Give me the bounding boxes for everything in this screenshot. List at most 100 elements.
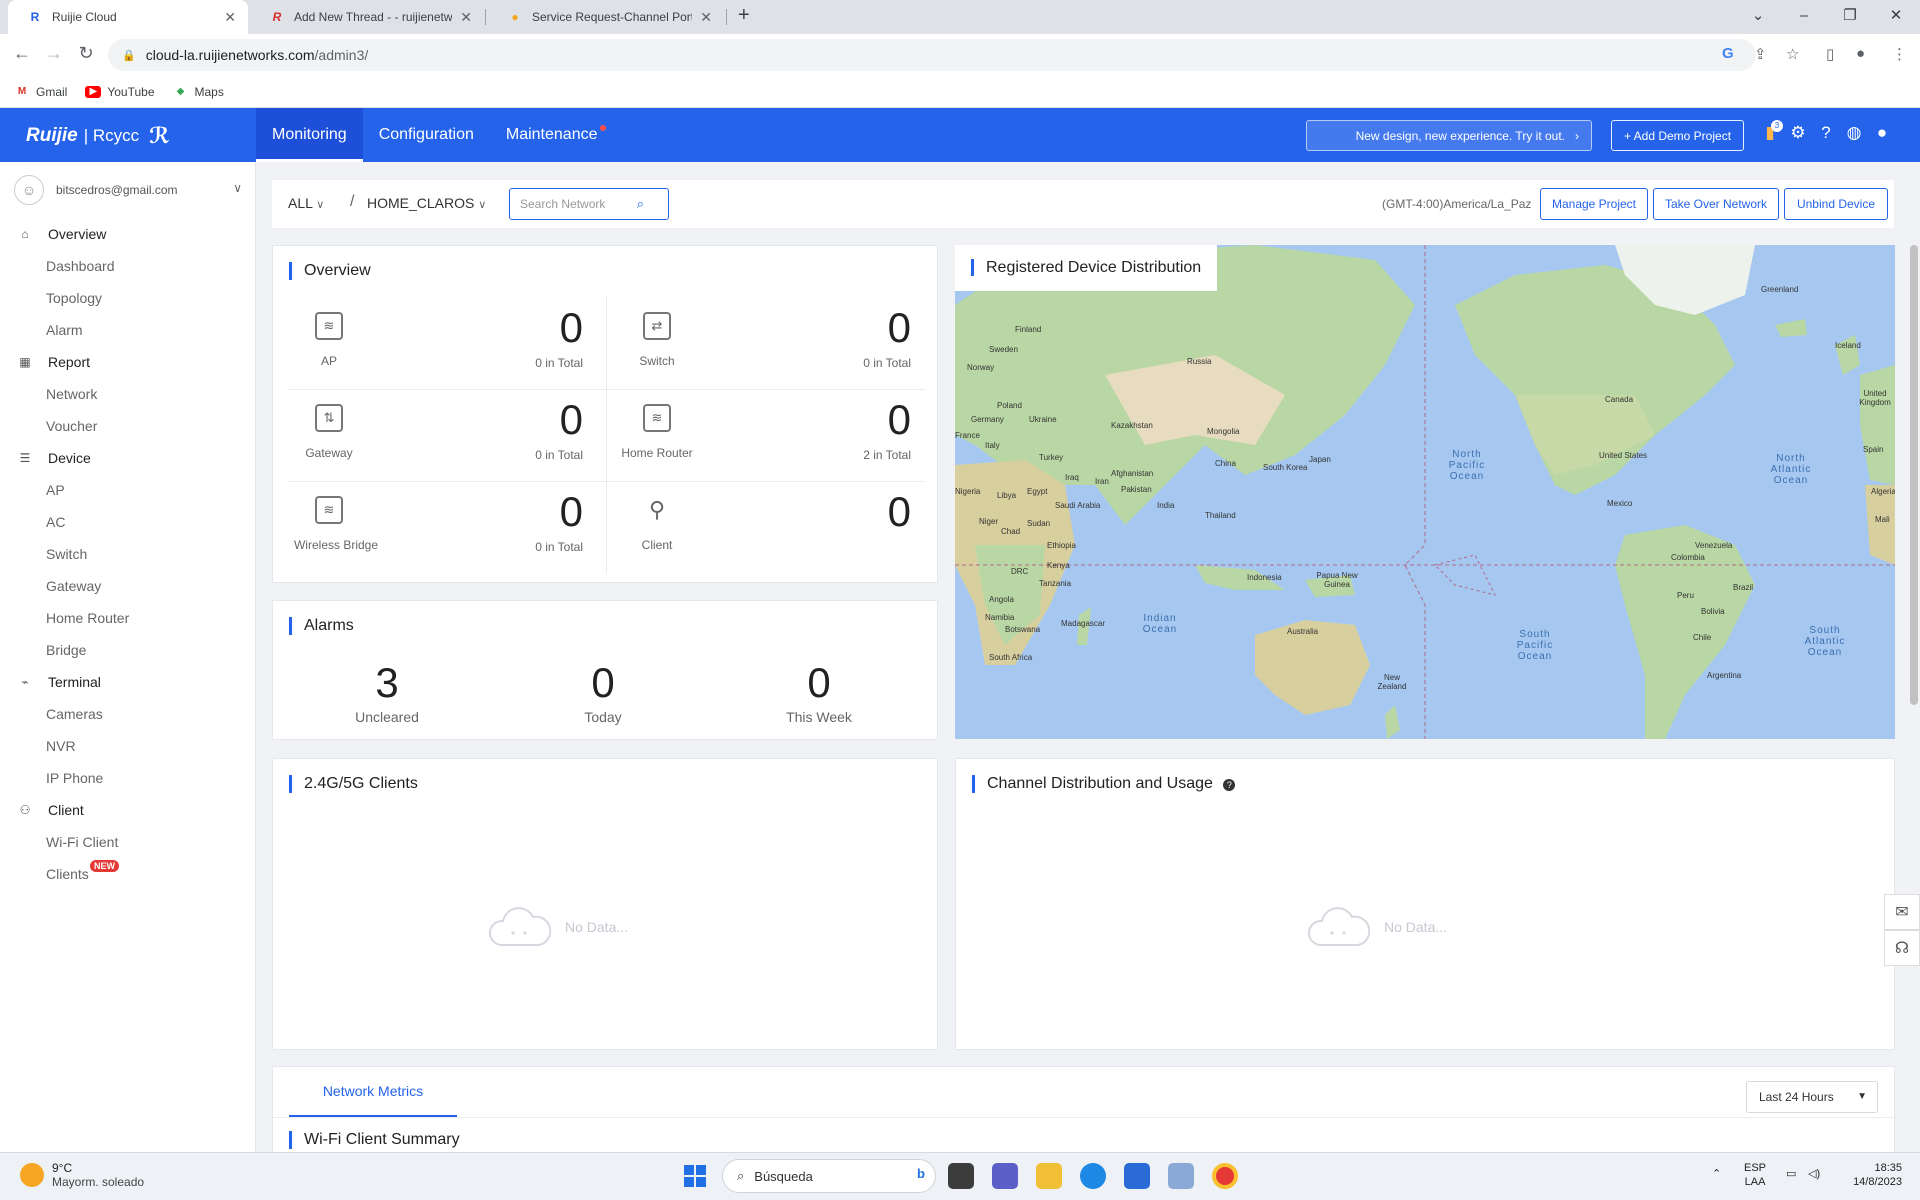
tray-overflow-icon[interactable]: ⌃ — [1712, 1167, 1721, 1181]
sidebar-item-ip-phone[interactable]: IP Phone — [0, 762, 256, 794]
nav-monitoring[interactable]: Monitoring — [256, 108, 363, 162]
sidebar-item-alarm[interactable]: Alarm — [0, 314, 256, 346]
alarm-uncleared[interactable]: 3 Uncleared — [279, 659, 495, 725]
network-selector[interactable]: HOME_CLAROS ∨ — [367, 195, 486, 211]
tab-network-metrics[interactable]: Network Metrics — [289, 1067, 457, 1117]
time-range-select[interactable]: Last 24 Hours ▼ — [1746, 1081, 1878, 1113]
windows-start-icon[interactable] — [684, 1165, 706, 1187]
sidebar-item-nvr[interactable]: NVR — [0, 730, 256, 762]
nav-configuration[interactable]: Configuration — [363, 108, 490, 162]
sidebar-item-topology[interactable]: Topology — [0, 282, 256, 314]
close-tab-icon[interactable]: ✕ — [224, 9, 236, 26]
alarm-today[interactable]: 0 Today — [495, 659, 711, 725]
profile-icon[interactable]: ● — [1856, 45, 1865, 62]
network-toolbar: ALL ∨ / HOME_CLAROS ∨ Search Network ⌕ (… — [272, 180, 1894, 228]
forward-icon[interactable]: → — [42, 43, 66, 64]
sidebar-item-ac[interactable]: AC — [0, 506, 256, 538]
search-network-input[interactable]: Search Network ⌕ — [509, 188, 669, 220]
sidebar-group-report[interactable]: ▦ Report — [0, 346, 256, 378]
channel-distribution-title: Channel Distribution and Usage ? — [972, 775, 1236, 793]
help-icon[interactable]: ? — [1223, 779, 1236, 791]
close-window-icon[interactable]: ✕ — [1874, 2, 1918, 30]
side-panel-icon[interactable]: ▯ — [1826, 45, 1834, 63]
sidebar-item-switch[interactable]: Switch — [0, 538, 256, 570]
overview-wireless-bridge[interactable]: ≋ Wireless Bridge 0 0 in Total — [281, 478, 599, 570]
sidebar-item-dashboard[interactable]: Dashboard — [0, 250, 256, 282]
new-design-button[interactable]: New design, new experience. Try it out. … — [1306, 120, 1592, 151]
account-selector[interactable]: ☺ bitscedros@gmail.com ∨ — [14, 172, 242, 208]
page-scrollbar[interactable] — [1910, 245, 1918, 705]
sidebar-group-client[interactable]: ⚇ Client — [0, 794, 256, 826]
settings-gear-icon[interactable]: ⚙ — [1788, 123, 1808, 143]
browser-menu-icon[interactable]: ⋮ — [1892, 45, 1907, 63]
chrome-icon[interactable] — [1212, 1163, 1238, 1189]
url-field[interactable]: 🔒 cloud-la.ruijienetworks.com/admin3/ — [108, 39, 1756, 71]
sidebar-item-bridge[interactable]: Bridge — [0, 634, 256, 666]
no-data-cloud-icon — [1308, 907, 1370, 946]
bookmark-youtube[interactable]: ▶ YouTube — [85, 85, 155, 99]
nav-maintenance[interactable]: Maintenance — [490, 108, 614, 162]
user-account-icon[interactable]: ● — [1872, 123, 1892, 143]
sidebar-item-wifi-client[interactable]: Wi-Fi Client — [0, 826, 256, 858]
add-demo-project-button[interactable]: + Add Demo Project — [1611, 120, 1744, 151]
map-label: Papua New Guinea — [1316, 571, 1358, 589]
input-language[interactable]: ESP LAA — [1744, 1161, 1766, 1189]
no-data-state: No Data... — [487, 905, 628, 949]
scope-selector[interactable]: ALL ∨ — [288, 195, 324, 211]
network-icon[interactable]: ▭ — [1786, 1167, 1796, 1181]
avatar: ☺ — [14, 175, 44, 205]
close-tab-icon[interactable]: ✕ — [460, 9, 472, 26]
sidebar-item-gateway[interactable]: Gateway — [0, 570, 256, 602]
weather-widget[interactable]: 9°C Mayorm. soleado — [20, 1161, 144, 1189]
sidebar-item-ap[interactable]: AP — [0, 474, 256, 506]
overview-ap[interactable]: ≋ AP 0 0 in Total — [281, 294, 599, 386]
sidebar-item-clients[interactable]: Clients NEW — [0, 858, 256, 890]
manage-project-button[interactable]: Manage Project — [1540, 188, 1648, 220]
language-globe-icon[interactable]: ◍ — [1844, 123, 1864, 143]
alarm-this-week[interactable]: 0 This Week — [711, 659, 927, 725]
overview-gateway[interactable]: ⇅ Gateway 0 0 in Total — [281, 386, 599, 478]
sidebar-item-network[interactable]: Network — [0, 378, 256, 410]
ruijie-logo[interactable]: Ruijie | Rcycc ℛ — [26, 123, 170, 149]
unbind-device-button[interactable]: Unbind Device — [1784, 188, 1888, 220]
overview-home-router[interactable]: ≋ Home Router 0 2 in Total — [609, 386, 927, 478]
clock[interactable]: 18:35 14/8/2023 — [1846, 1161, 1902, 1189]
sidebar-group-overview[interactable]: ⌂ Overview — [0, 218, 256, 250]
sidebar-group-terminal[interactable]: ⌁ Terminal — [0, 666, 256, 698]
taskbar-search[interactable]: ⌕ Búsqueda b — [722, 1159, 936, 1193]
sidebar-item-home-router[interactable]: Home Router — [0, 602, 256, 634]
sidebar-item-cameras[interactable]: Cameras — [0, 698, 256, 730]
browser-tab-add-new-thread[interactable]: R Add New Thread - - ruijienetwor ✕ — [250, 0, 484, 34]
edge-icon[interactable] — [1080, 1163, 1106, 1189]
reload-icon[interactable]: ↻ — [74, 43, 98, 64]
minimize-icon[interactable]: – — [1782, 2, 1826, 30]
help-icon[interactable]: ? — [1816, 123, 1836, 143]
maximize-icon[interactable]: ❐ — [1828, 2, 1872, 30]
search-icon[interactable]: ⌕ — [637, 196, 644, 212]
bookmark-maps[interactable]: ◆ Maps — [173, 85, 224, 99]
folder-icon[interactable] — [1036, 1163, 1062, 1189]
file-explorer-dark-icon[interactable] — [948, 1163, 974, 1189]
teams-chat-icon[interactable] — [992, 1163, 1018, 1189]
share-icon[interactable]: ⇪ — [1754, 45, 1767, 63]
store-icon[interactable] — [1124, 1163, 1150, 1189]
bookmark-star-icon[interactable]: ☆ — [1786, 45, 1799, 63]
back-icon[interactable]: ← — [10, 43, 34, 64]
device-distribution-map[interactable]: Finland Sweden Norway Poland Germany Fra… — [955, 245, 1895, 739]
sidebar-item-voucher[interactable]: Voucher — [0, 410, 256, 442]
feedback-chat-icon[interactable]: ✉ — [1884, 894, 1920, 930]
photos-icon[interactable] — [1168, 1163, 1194, 1189]
tab-search-icon[interactable]: ⌄ — [1736, 2, 1780, 30]
browser-tab-ruijie-cloud[interactable]: R Ruijie Cloud ✕ — [8, 0, 248, 34]
browser-tab-service-request[interactable]: ● Service Request-Channel Portal ✕ — [488, 0, 724, 34]
overview-switch[interactable]: ⇄ Switch 0 0 in Total — [609, 294, 927, 386]
volume-icon[interactable]: ◁) — [1808, 1167, 1820, 1181]
take-over-network-button[interactable]: Take Over Network — [1653, 188, 1779, 220]
overview-client[interactable]: ⚲ Client 0 — [609, 478, 927, 570]
close-tab-icon[interactable]: ✕ — [700, 9, 712, 26]
new-tab-button[interactable]: + — [738, 4, 750, 27]
sidebar-group-device[interactable]: ☰ Device — [0, 442, 256, 474]
support-headset-icon[interactable]: ☊ — [1884, 930, 1920, 966]
google-translate-icon[interactable]: G — [1722, 45, 1734, 62]
bookmark-gmail[interactable]: M Gmail — [14, 85, 68, 99]
